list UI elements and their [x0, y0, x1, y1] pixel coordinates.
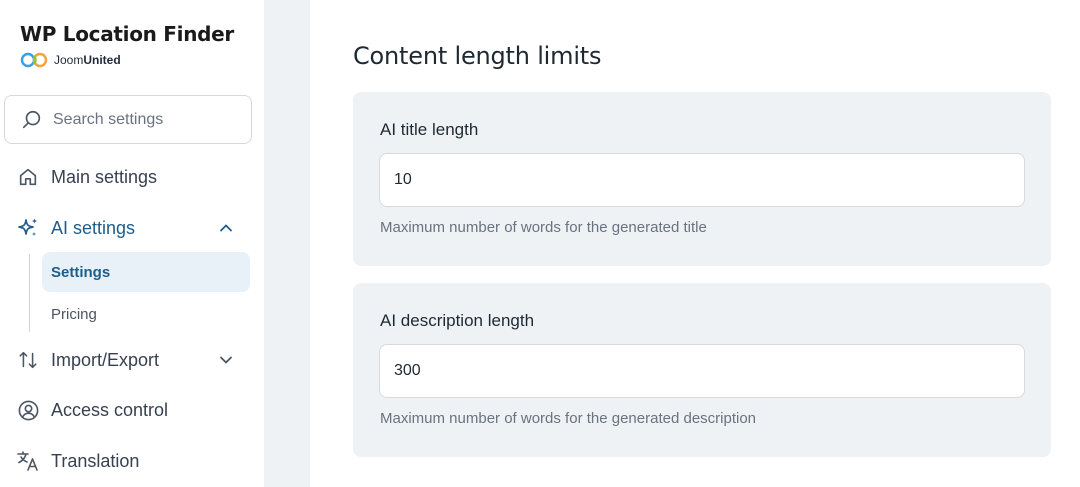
- submenu-tree-line: [29, 254, 30, 332]
- setting-card-title-length: AI title length 10 Maximum number of wor…: [353, 92, 1051, 266]
- setting-card-description-length: AI description length 300 Maximum number…: [353, 283, 1051, 457]
- field-label: AI title length: [380, 120, 479, 139]
- sidebar: WP Location Finder JoomUnited Search set…: [0, 0, 264, 487]
- description-length-input[interactable]: 300: [379, 344, 1025, 398]
- sidebar-item-label: Main settings: [51, 166, 158, 187]
- home-icon: [19, 168, 37, 186]
- arrows-up-down-icon: [19, 351, 37, 369]
- sidebar-item-import-export[interactable]: Import/Export: [16, 345, 248, 375]
- app-title: WP Location Finder: [20, 22, 234, 46]
- sidebar-item-access-control[interactable]: Access control: [16, 395, 248, 425]
- brand-maker: JoomUnited: [20, 51, 234, 69]
- field-help-text: Maximum number of words for the generate…: [380, 410, 757, 427]
- page-title: Content length limits: [353, 42, 602, 70]
- sidebar-item-label: Translation: [51, 450, 140, 471]
- app-window: WP Location Finder JoomUnited Search set…: [0, 0, 1080, 487]
- sidebar-item-label: Access control: [51, 399, 169, 420]
- sidebar-item-translation[interactable]: Translation: [16, 446, 248, 476]
- user-circle-icon: [18, 400, 38, 420]
- search-placeholder: Search settings: [53, 110, 164, 128]
- main-content: Content length limits AI title length 10…: [310, 0, 1080, 487]
- sidebar-item-label: AI settings: [51, 217, 136, 238]
- maker-name: JoomUnited: [54, 53, 121, 67]
- joomunited-logo-icon: [20, 52, 48, 68]
- sidebar-item-label: Import/Export: [51, 349, 160, 370]
- maker-prefix: Joom: [54, 53, 84, 67]
- chevron-down-icon[interactable]: [218, 352, 234, 368]
- field-label: AI description length: [380, 311, 535, 330]
- sidebar-item-main-settings[interactable]: Main settings: [16, 162, 248, 192]
- panel-divider: [264, 0, 310, 487]
- maker-bold: United: [83, 53, 121, 67]
- sidebar-subitem-settings[interactable]: Settings: [42, 252, 250, 292]
- sidebar-item-ai-settings[interactable]: AI settings: [16, 213, 248, 243]
- sparkles-icon: [18, 218, 37, 236]
- field-help-text: Maximum number of words for the generate…: [380, 219, 707, 236]
- sidebar-subitem-pricing[interactable]: Pricing: [42, 294, 250, 334]
- search-input[interactable]: Search settings: [4, 95, 252, 144]
- chevron-up-icon[interactable]: [218, 220, 234, 236]
- translate-icon: [17, 451, 38, 471]
- search-icon: [22, 110, 41, 128]
- brand: WP Location Finder JoomUnited: [20, 22, 234, 69]
- title-length-input[interactable]: 10: [379, 153, 1025, 207]
